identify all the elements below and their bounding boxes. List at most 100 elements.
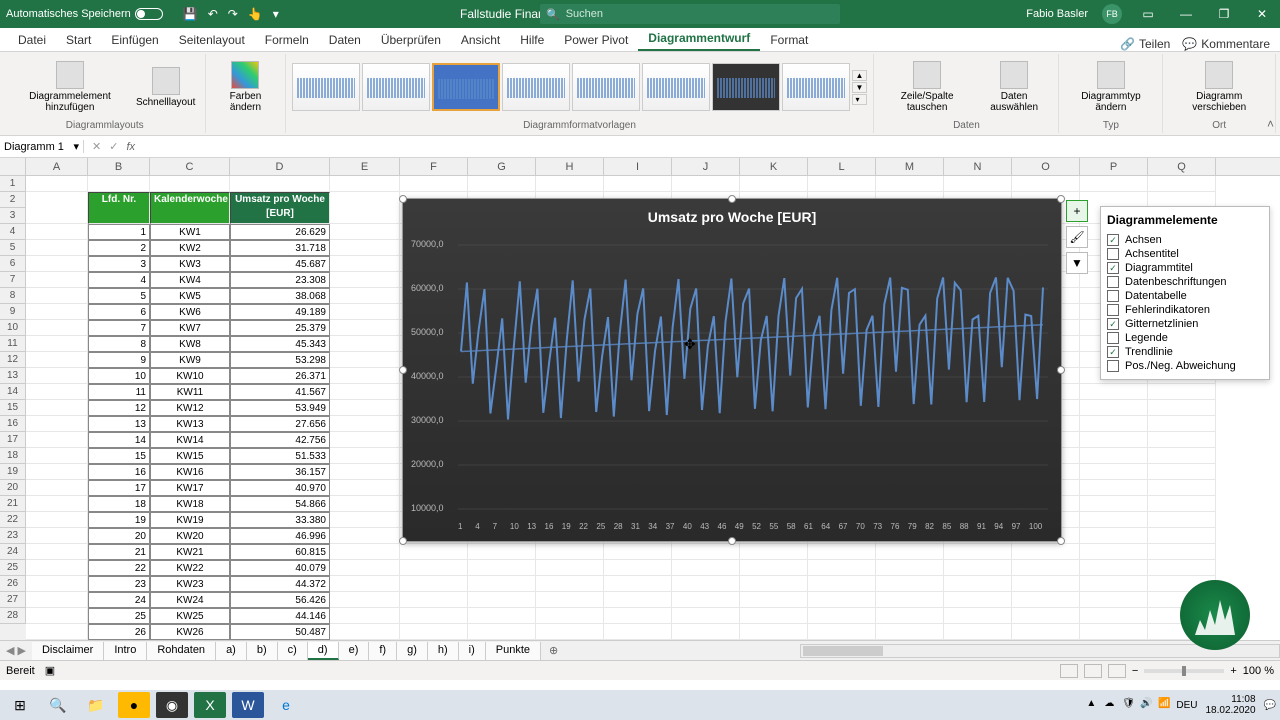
cell[interactable]: KW13 xyxy=(150,416,230,432)
cell[interactable]: 36.157 xyxy=(230,464,330,480)
cell[interactable]: 6 xyxy=(88,304,150,320)
cell[interactable] xyxy=(26,336,88,352)
cell[interactable] xyxy=(1012,576,1080,592)
sheet-tab[interactable]: h) xyxy=(428,642,459,660)
sheet-tab[interactable]: d) xyxy=(308,642,339,660)
cell[interactable] xyxy=(808,176,876,192)
cell[interactable]: 26 xyxy=(88,624,150,640)
chart-object[interactable]: Umsatz pro Woche [EUR] 70000,060000,0500… xyxy=(402,198,1062,542)
tray-icon[interactable]: 📶 xyxy=(1158,698,1172,712)
cell[interactable] xyxy=(26,480,88,496)
row-header[interactable]: 4 xyxy=(0,224,26,240)
cell[interactable] xyxy=(1012,176,1080,192)
taskbar-app-2[interactable]: ● xyxy=(118,692,150,718)
save-icon[interactable]: 💾 xyxy=(183,7,198,21)
cell[interactable] xyxy=(330,480,400,496)
cell[interactable] xyxy=(26,352,88,368)
zoom-level[interactable]: 100 % xyxy=(1243,665,1274,677)
cell[interactable] xyxy=(1148,416,1216,432)
view-layout-button[interactable] xyxy=(1084,664,1102,678)
cell[interactable]: 23 xyxy=(88,576,150,592)
cell[interactable] xyxy=(1012,608,1080,624)
cell[interactable]: 60.815 xyxy=(230,544,330,560)
cell[interactable] xyxy=(468,176,536,192)
cell[interactable]: 46.996 xyxy=(230,528,330,544)
row-header[interactable]: 28 xyxy=(0,608,26,624)
fx-icon[interactable]: fx xyxy=(126,141,141,153)
cell[interactable] xyxy=(536,544,604,560)
clock[interactable]: 11:0818.02.2020 xyxy=(1201,694,1259,716)
cell[interactable] xyxy=(1080,480,1148,496)
move-chart-button[interactable]: Diagramm verschieben xyxy=(1169,59,1269,115)
cell[interactable] xyxy=(1080,528,1148,544)
checkbox-icon[interactable]: ✓ xyxy=(1107,346,1119,358)
checkbox-icon[interactable]: ✓ xyxy=(1107,318,1119,330)
row-header[interactable]: 13 xyxy=(0,368,26,384)
col-header[interactable]: L xyxy=(808,158,876,175)
cell[interactable] xyxy=(944,544,1012,560)
cell[interactable] xyxy=(672,608,740,624)
cell[interactable] xyxy=(330,272,400,288)
cell[interactable] xyxy=(1080,176,1148,192)
sheet-nav[interactable]: ◀ ▶ xyxy=(0,644,32,657)
cell[interactable]: KW6 xyxy=(150,304,230,320)
search-taskbar-icon[interactable]: 🔍 xyxy=(42,692,74,718)
cell[interactable] xyxy=(876,624,944,640)
cell[interactable] xyxy=(808,576,876,592)
checkbox-icon[interactable] xyxy=(1107,304,1119,316)
cell[interactable] xyxy=(26,624,88,640)
cell[interactable] xyxy=(740,560,808,576)
sheet-tab[interactable]: b) xyxy=(247,642,278,660)
cell[interactable]: 51.533 xyxy=(230,448,330,464)
cell[interactable] xyxy=(26,304,88,320)
cell[interactable] xyxy=(26,560,88,576)
comments-button[interactable]: 💬 Kommentare xyxy=(1182,37,1270,51)
cell[interactable] xyxy=(1080,400,1148,416)
cell[interactable]: 20 xyxy=(88,528,150,544)
ribbon-options-icon[interactable]: ▭ xyxy=(1136,7,1160,21)
cell[interactable]: 19 xyxy=(88,512,150,528)
cell[interactable] xyxy=(1148,480,1216,496)
col-header[interactable]: I xyxy=(604,158,672,175)
cell[interactable] xyxy=(1012,592,1080,608)
cell[interactable] xyxy=(468,592,536,608)
cell[interactable]: 2 xyxy=(88,240,150,256)
cell[interactable]: 15 xyxy=(88,448,150,464)
cell[interactable] xyxy=(536,576,604,592)
cell[interactable] xyxy=(26,256,88,272)
edge-taskbar-icon[interactable]: e xyxy=(270,692,302,718)
row-header[interactable]: 12 xyxy=(0,352,26,368)
cell[interactable] xyxy=(604,608,672,624)
cell[interactable]: 25.379 xyxy=(230,320,330,336)
cell[interactable] xyxy=(330,368,400,384)
cell[interactable] xyxy=(808,608,876,624)
cell[interactable] xyxy=(26,544,88,560)
row-header[interactable]: 2 xyxy=(0,192,26,208)
cell[interactable] xyxy=(808,592,876,608)
cell[interactable] xyxy=(330,352,400,368)
cell[interactable] xyxy=(1080,544,1148,560)
cell[interactable] xyxy=(944,560,1012,576)
tab-seitenlayout[interactable]: Seitenlayout xyxy=(169,29,255,51)
cell[interactable] xyxy=(26,272,88,288)
col-header[interactable]: G xyxy=(468,158,536,175)
checkbox-icon[interactable] xyxy=(1107,276,1119,288)
switch-row-col-button[interactable]: Zeile/Spalte tauschen xyxy=(880,59,973,115)
checkbox-icon[interactable] xyxy=(1107,248,1119,260)
tab-datei[interactable]: Datei xyxy=(8,29,56,51)
cell[interactable] xyxy=(400,608,468,624)
sheet-tab[interactable]: f) xyxy=(369,642,397,660)
cell[interactable] xyxy=(1148,176,1216,192)
sheet-tab[interactable]: Intro xyxy=(104,642,147,660)
cell[interactable]: KW16 xyxy=(150,464,230,480)
cell[interactable]: 49.189 xyxy=(230,304,330,320)
cell[interactable] xyxy=(876,576,944,592)
cell[interactable] xyxy=(468,608,536,624)
tab-daten[interactable]: Daten xyxy=(319,29,371,51)
cell[interactable] xyxy=(876,560,944,576)
col-header[interactable]: B xyxy=(88,158,150,175)
cell[interactable] xyxy=(536,608,604,624)
cell[interactable] xyxy=(740,576,808,592)
cell[interactable] xyxy=(1080,592,1148,608)
cell[interactable] xyxy=(88,176,150,192)
